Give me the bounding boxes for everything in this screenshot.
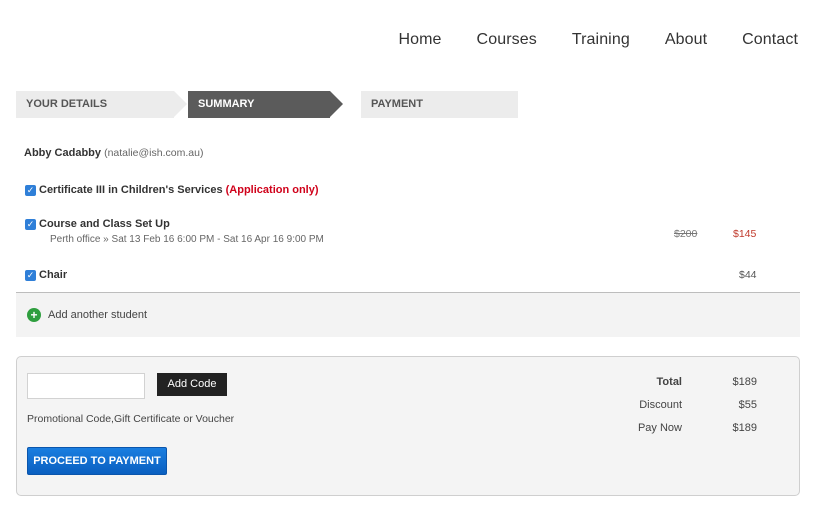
list-item: ✓ Course and Class Set Up Perth office » … <box>25 218 324 245</box>
original-price: $200 <box>674 228 698 240</box>
proceed-to-payment-button[interactable]: PROCEED TO PAYMENT <box>27 447 167 475</box>
discounted-price: $145 <box>733 228 757 240</box>
nav-training[interactable]: Training <box>572 31 630 49</box>
discount-label: Discount <box>639 399 682 411</box>
pay-now-value: $189 <box>732 422 757 434</box>
step-arrow <box>174 91 187 117</box>
total-label: Total <box>656 376 682 388</box>
step-your-details[interactable]: YOUR DETAILS <box>16 91 174 118</box>
checkbox[interactable]: ✓ <box>25 218 36 230</box>
promo-note: Promotional Code,Gift Certificate or Vou… <box>27 413 235 425</box>
nav-about[interactable]: About <box>665 31 707 49</box>
student-info: Abby Cadabby (natalie@ish.com.au) <box>24 147 203 159</box>
student-email: (natalie@ish.com.au) <box>104 147 204 159</box>
list-item: ✓ Chair <box>25 269 67 281</box>
step-arrow-active <box>330 91 343 117</box>
checkbox[interactable]: ✓ <box>25 184 36 196</box>
nav-courses[interactable]: Courses <box>477 31 537 49</box>
item-price: $44 <box>739 269 757 281</box>
checkbox[interactable]: ✓ <box>25 269 36 281</box>
nav-home[interactable]: Home <box>398 31 441 49</box>
add-code-button[interactable]: Add Code <box>157 373 227 396</box>
discount-value: $55 <box>738 399 757 411</box>
list-item: ✓ Certificate III in Children's Services … <box>25 184 319 196</box>
item-title: Certificate III in Children's Services <box>39 184 223 197</box>
item-subtitle: Perth office » Sat 13 Feb 16 6:00 PM - S… <box>50 234 324 246</box>
add-student-row[interactable]: + Add another student <box>16 293 800 337</box>
promo-code-input[interactable] <box>27 373 145 399</box>
pay-now-label: Pay Now <box>637 422 682 434</box>
application-only-note: (Application only) <box>225 184 319 196</box>
order-summary-box: Add Code Promotional Code,Gift Certifica… <box>16 356 800 496</box>
step-summary[interactable]: SUMMARY <box>188 91 330 118</box>
add-student-label[interactable]: Add another student <box>48 309 147 321</box>
plus-circle-icon: + <box>27 308 41 322</box>
step-payment[interactable]: PAYMENT <box>361 91 518 118</box>
total-value: $189 <box>732 376 757 388</box>
item-title: Course and Class Set Up <box>39 218 170 231</box>
student-name: Abby Cadabby <box>24 147 102 159</box>
checkout-steps: YOUR DETAILS SUMMARY PAYMENT <box>16 91 518 118</box>
main-nav: Home Courses Training About Contact <box>363 31 798 49</box>
nav-contact[interactable]: Contact <box>742 31 798 49</box>
item-title: Chair <box>39 269 68 282</box>
